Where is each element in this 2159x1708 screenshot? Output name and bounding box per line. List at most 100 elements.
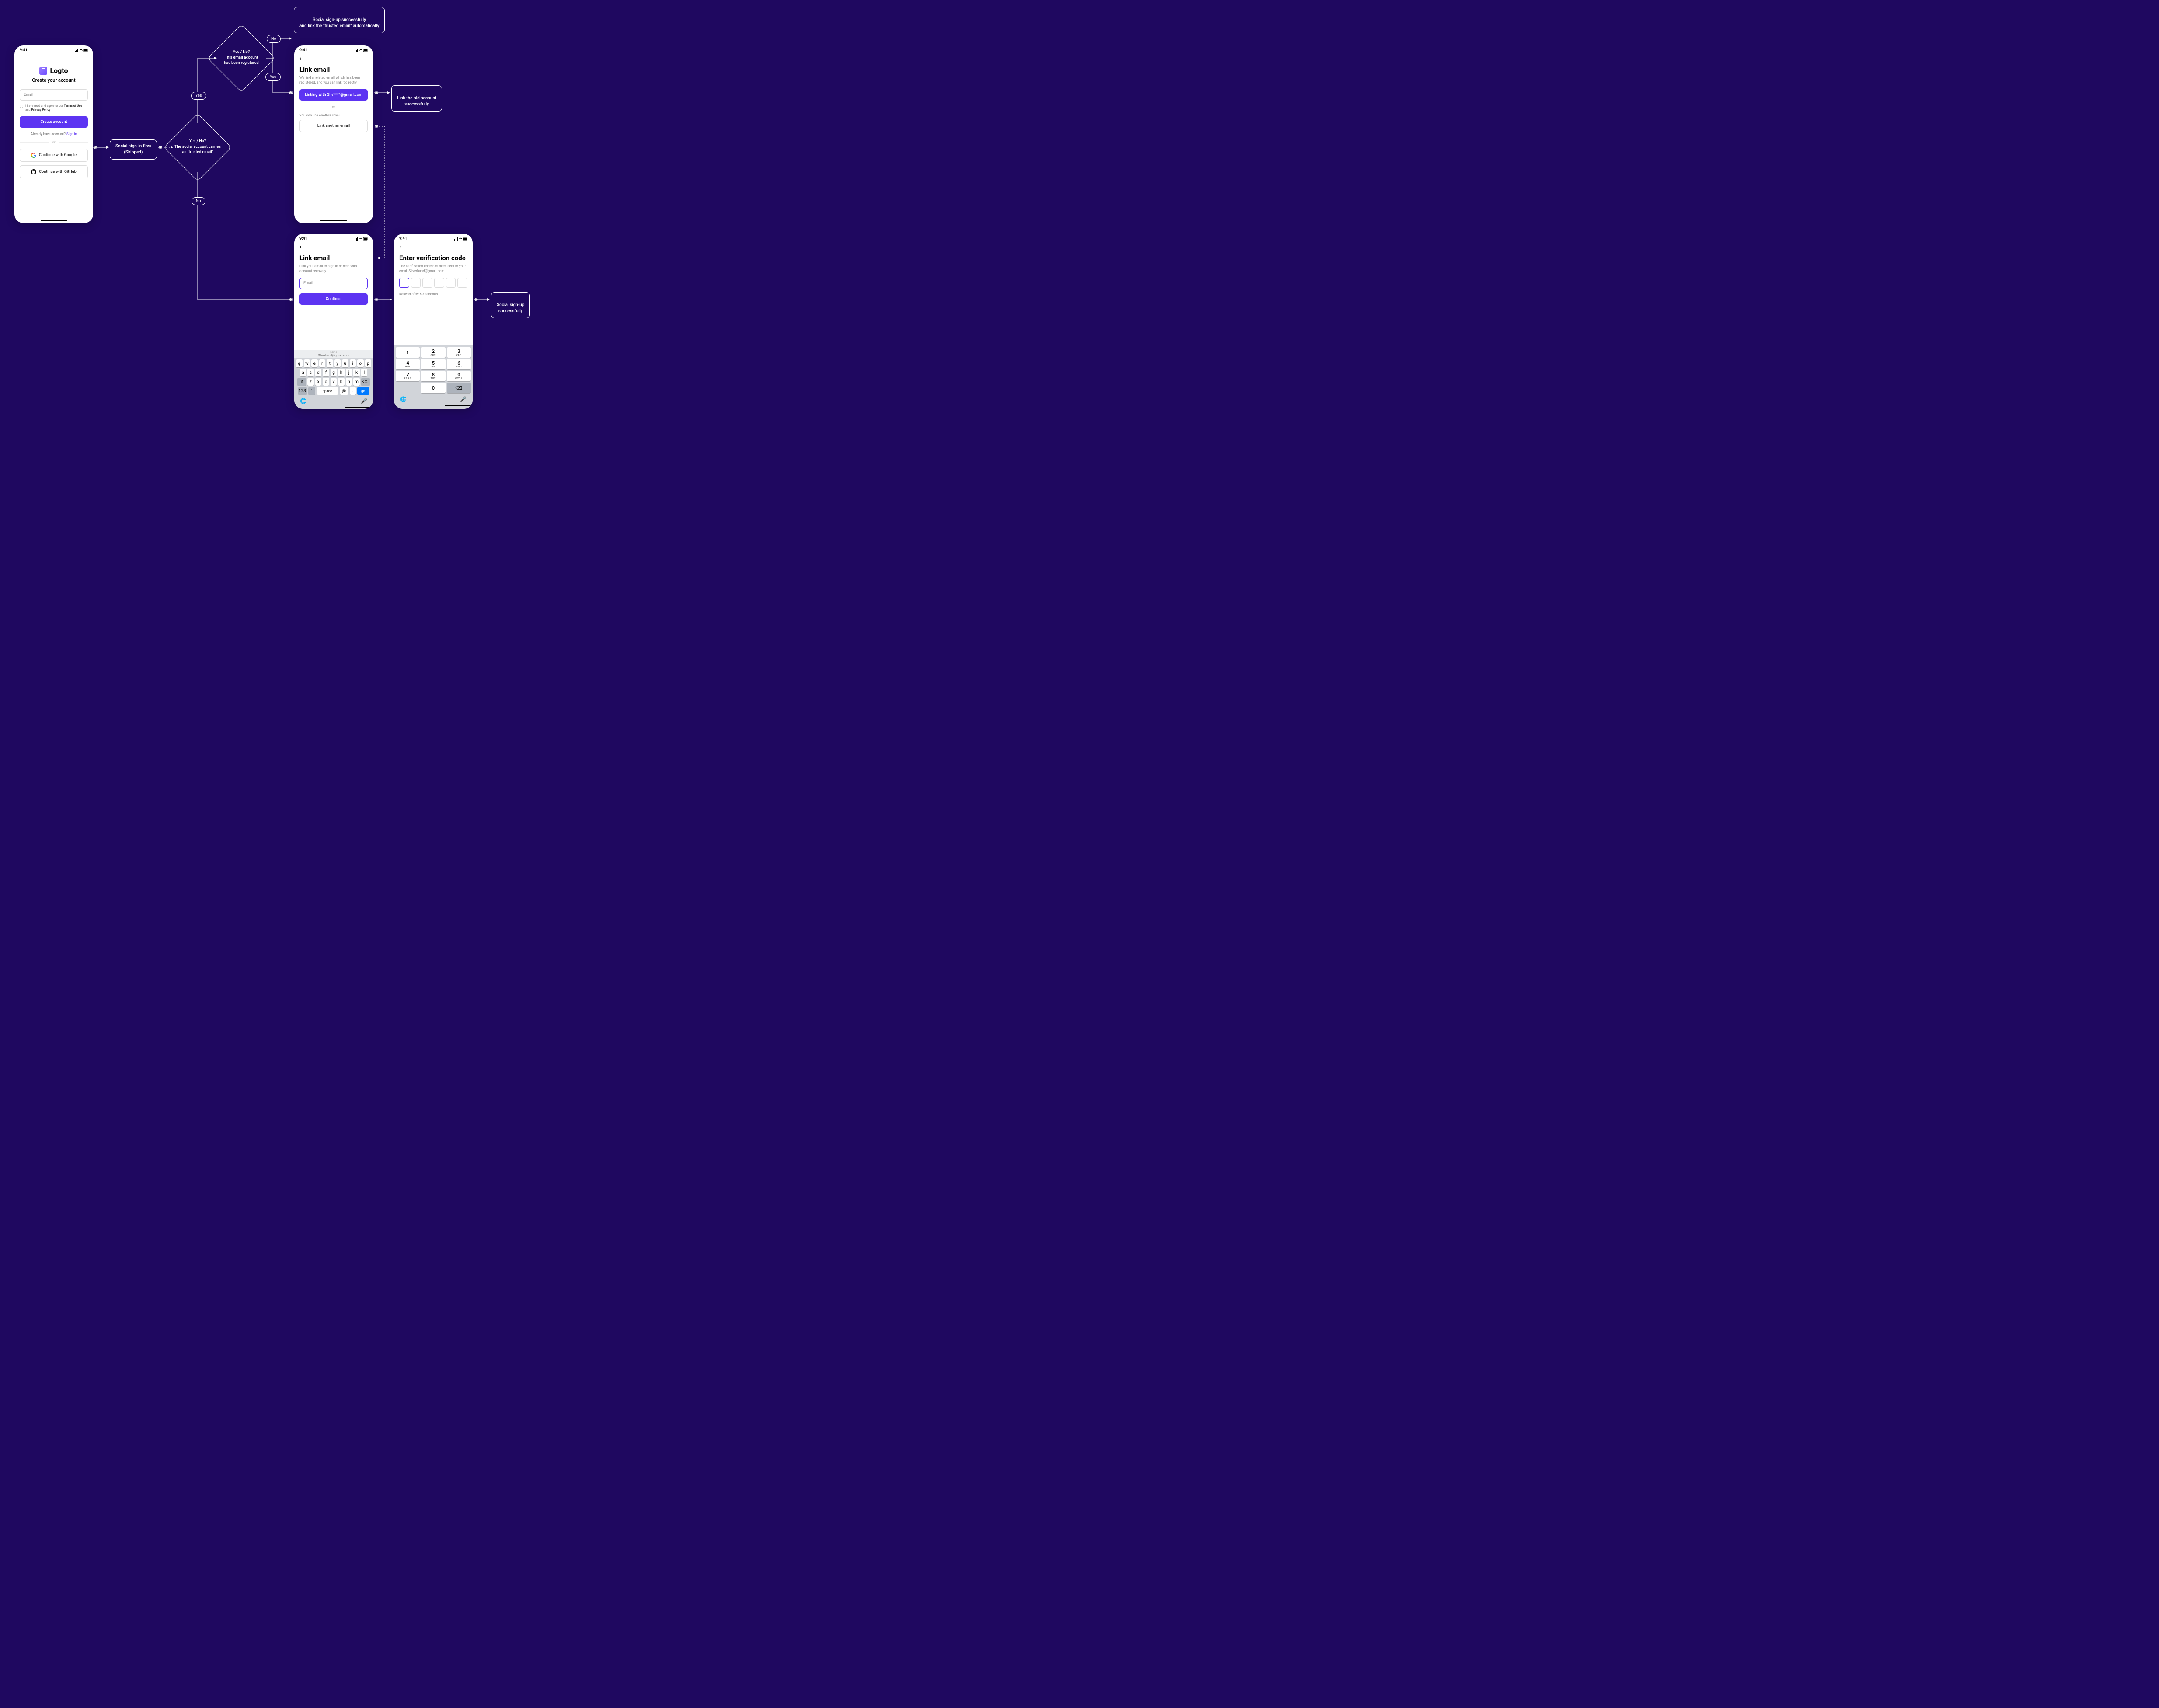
- key-w[interactable]: w: [304, 359, 310, 367]
- otp-box[interactable]: [422, 278, 432, 288]
- key-v[interactable]: v: [331, 378, 337, 386]
- pill-no-2: No: [267, 35, 281, 43]
- box-link-old-account: Link the old account successfully: [391, 85, 442, 112]
- key-go[interactable]: go: [357, 387, 369, 395]
- continue-button[interactable]: Continue: [299, 293, 368, 305]
- key-6[interactable]: 6MNO: [447, 359, 471, 369]
- key-b[interactable]: b: [338, 378, 345, 386]
- key-m[interactable]: m: [353, 378, 360, 386]
- screen-verification-code: 9:41 ‹ Enter verification code The verif…: [394, 234, 473, 409]
- link-another-text: You can link another email.: [299, 113, 368, 117]
- keyboard-qwerty[interactable]: home Silverhand@gmail.com qwertyuiop asdf…: [294, 350, 373, 409]
- consent-row[interactable]: I have read and agree to our Terms of Us…: [20, 104, 88, 112]
- back-button[interactable]: ‹: [394, 242, 473, 251]
- status-icons: [454, 237, 467, 241]
- otp-box[interactable]: [457, 278, 467, 288]
- key-9[interactable]: 9WXYZ: [447, 371, 471, 381]
- key-s[interactable]: s: [307, 369, 314, 376]
- continue-github-button[interactable]: Continue with GitHub: [20, 165, 88, 178]
- key-8[interactable]: 8TUV: [421, 371, 445, 381]
- key-y[interactable]: y: [334, 359, 341, 367]
- box-signup-auto-link: Social sign-up successfully and link the…: [294, 7, 385, 33]
- decision-email-registered-text: Yes / No?This email accounthas been regi…: [215, 49, 268, 66]
- key-space[interactable]: space: [317, 387, 338, 395]
- key-o[interactable]: o: [357, 359, 364, 367]
- key-7[interactable]: 7PQRS: [396, 371, 420, 381]
- key-r[interactable]: r: [319, 359, 326, 367]
- key-x[interactable]: x: [315, 378, 322, 386]
- key-a[interactable]: a: [300, 369, 306, 376]
- otp-box[interactable]: [446, 278, 456, 288]
- key-c[interactable]: c: [323, 378, 329, 386]
- terms-link[interactable]: Terms of Use: [64, 104, 82, 108]
- key-at[interactable]: @: [340, 387, 348, 395]
- key-3[interactable]: 3DEF: [447, 347, 471, 358]
- keyboard-suggestion[interactable]: home Silverhand@gmail.com: [294, 350, 373, 358]
- key-g[interactable]: g: [331, 369, 337, 376]
- google-icon: [31, 153, 36, 158]
- page-title: Create your account: [20, 77, 88, 83]
- key-dot[interactable]: .: [350, 387, 356, 395]
- key-q[interactable]: q: [296, 359, 303, 367]
- key-u[interactable]: u: [342, 359, 348, 367]
- screen-link-email-existing: 9:41 ‹ Link email We find a related emai…: [294, 45, 373, 223]
- mic-icon[interactable]: 🎤: [460, 396, 467, 402]
- key-h[interactable]: h: [338, 369, 345, 376]
- status-time: 9:41: [299, 48, 307, 52]
- status-icons: [355, 48, 368, 52]
- consent-checkbox[interactable]: [20, 105, 23, 108]
- brand-name: Logto: [50, 66, 68, 75]
- continue-google-button[interactable]: Continue with Google: [20, 149, 88, 162]
- back-button[interactable]: ‹: [294, 242, 373, 251]
- key-i[interactable]: i: [350, 359, 356, 367]
- key-z[interactable]: z: [307, 378, 314, 386]
- key-0[interactable]: 0: [421, 383, 445, 393]
- link-existing-button[interactable]: Linking with Sliv****@gmail.com: [299, 89, 368, 101]
- pill-no-1: No: [192, 197, 205, 205]
- key-delete-icon[interactable]: ⌫: [447, 383, 471, 393]
- page-title: Link email: [299, 66, 368, 73]
- email-field[interactable]: [299, 278, 368, 289]
- otp-box[interactable]: [434, 278, 444, 288]
- key-backspace-icon[interactable]: ⌫: [361, 378, 370, 386]
- key-j[interactable]: j: [346, 369, 352, 376]
- keyboard-numpad[interactable]: 12ABC3DEF4GHI5JKL6MNO7PQRS8TUV9WXYZ 0 ⌫ …: [394, 345, 473, 409]
- consent-text: I have read and agree to our Terms of Us…: [25, 104, 88, 112]
- email-field[interactable]: [20, 89, 88, 101]
- pill-yes-2: Yes: [265, 73, 281, 81]
- key-5[interactable]: 5JKL: [421, 359, 445, 369]
- privacy-link[interactable]: Privacy Policy: [31, 108, 50, 112]
- key-4[interactable]: 4GHI: [396, 359, 420, 369]
- link-another-button[interactable]: Link another email: [299, 120, 368, 132]
- key-l[interactable]: l: [361, 369, 368, 376]
- key-n[interactable]: n: [346, 378, 352, 386]
- key-shift-icon[interactable]: ⇧: [297, 378, 306, 386]
- key-123[interactable]: 123: [298, 387, 307, 395]
- key-1[interactable]: 1: [396, 347, 420, 358]
- key-2[interactable]: 2ABC: [421, 347, 445, 358]
- back-button[interactable]: ‹: [294, 53, 373, 62]
- signin-row: Already have account? Sign in: [20, 132, 88, 136]
- signin-link[interactable]: Sign in: [66, 132, 77, 136]
- globe-icon[interactable]: 🌐: [400, 396, 407, 402]
- status-bar: 9:41: [14, 45, 93, 53]
- status-time: 9:41: [399, 237, 407, 241]
- github-label: Continue with GitHub: [39, 170, 76, 174]
- key-f[interactable]: f: [323, 369, 329, 376]
- otp-box[interactable]: [411, 278, 421, 288]
- otp-inputs[interactable]: [399, 278, 467, 288]
- mic-icon[interactable]: 🎤: [361, 398, 367, 404]
- key-t[interactable]: t: [327, 359, 333, 367]
- status-bar: 9:41: [294, 45, 373, 53]
- globe-icon[interactable]: 🌐: [300, 398, 306, 404]
- status-bar: 9:41: [294, 234, 373, 242]
- key-shift-icon[interactable]: ⇧: [308, 387, 315, 395]
- divider-or: or: [20, 140, 88, 144]
- key-e[interactable]: e: [311, 359, 318, 367]
- key-p[interactable]: p: [365, 359, 372, 367]
- divider-or: or: [299, 105, 368, 109]
- key-k[interactable]: k: [353, 369, 360, 376]
- otp-box[interactable]: [399, 278, 409, 288]
- key-d[interactable]: d: [315, 369, 322, 376]
- create-account-button[interactable]: Create account: [20, 116, 88, 128]
